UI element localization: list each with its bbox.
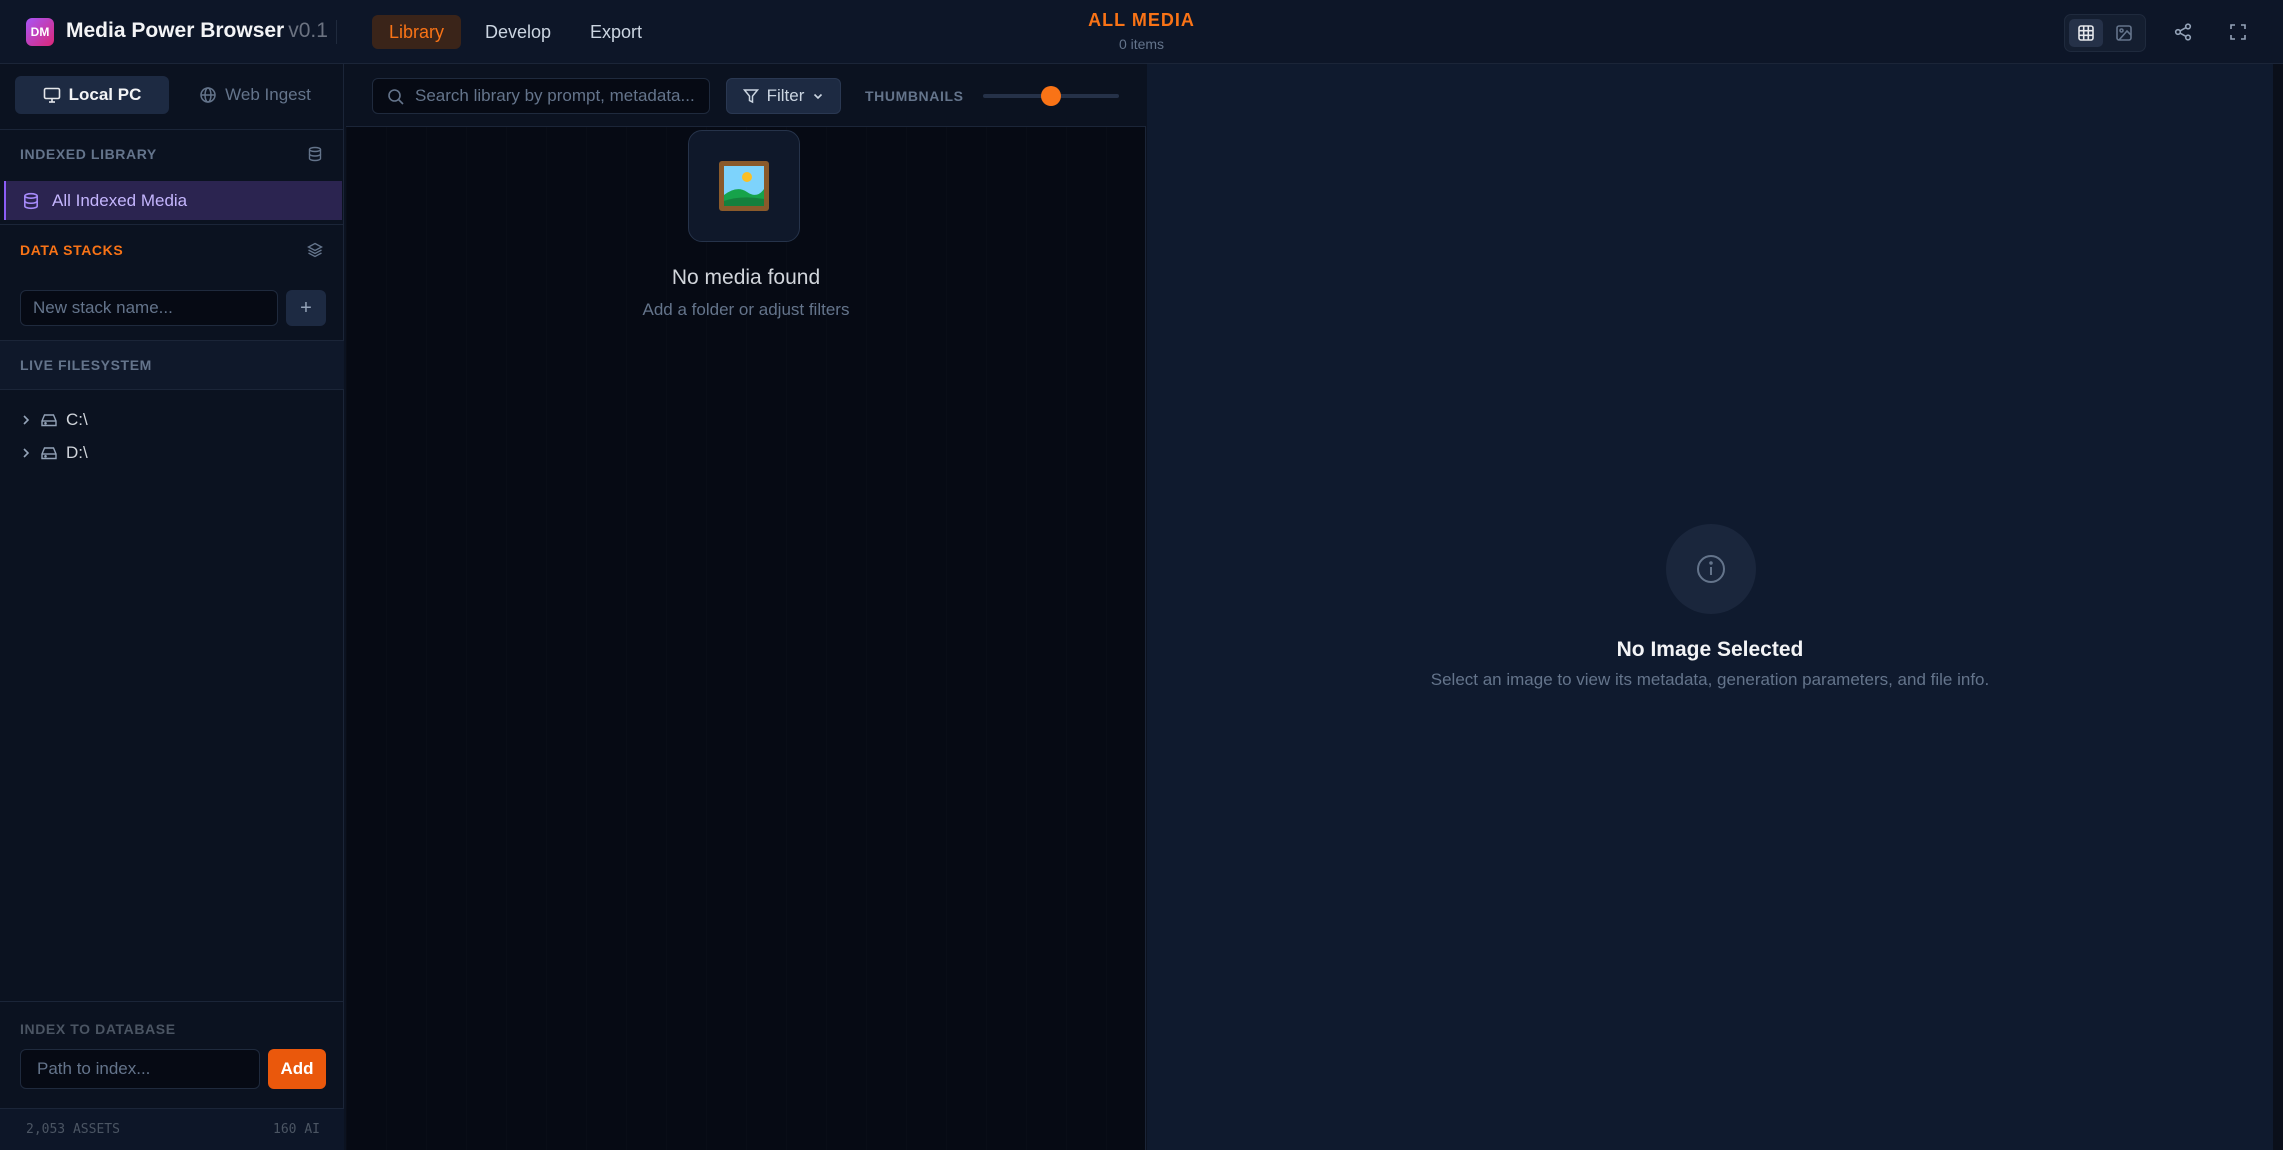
source-tabs: Local PC Web Ingest (0, 64, 344, 130)
grid-icon (2078, 25, 2094, 41)
view-header: ALL MEDIA 0 items (1000, 10, 1283, 52)
thumbnail-size-slider[interactable] (983, 86, 1119, 106)
fullscreen-icon (2230, 24, 2246, 40)
inspector-panel: No Image Selected Select an image to vie… (1147, 64, 2273, 1150)
filter-icon (742, 89, 759, 104)
app-title-text: Media Power Browser (66, 19, 285, 42)
index-to-database-heading: INDEX TO DATABASE (20, 1021, 176, 1037)
empty-state-subtitle: Add a folder or adjust filters (642, 300, 850, 319)
grid-view-button[interactable] (2069, 19, 2103, 47)
inspector-subtitle: Select an image to view its metadata, ge… (1430, 670, 1990, 689)
empty-state-title: No media found (671, 266, 821, 289)
sidebar-footer: 2,053 ASSETS 160 AI (0, 1108, 344, 1150)
sidebar-item-all-indexed-media[interactable]: All Indexed Media (4, 181, 342, 220)
filter-label: Filter (766, 86, 805, 105)
app-version: v0.1 (288, 19, 328, 42)
layers-icon (306, 241, 324, 259)
thumbnails-label: THUMBNAILS (865, 88, 964, 104)
filter-button[interactable]: Filter (726, 78, 841, 114)
indexed-library-header: INDEXED LIBRARY (0, 130, 344, 178)
thumbnail-size-handle[interactable] (1041, 86, 1061, 106)
ai-count: 160 AI (273, 1122, 320, 1137)
drive-icon (41, 414, 57, 427)
data-stacks-header: DATA STACKS (0, 226, 344, 274)
item-count: 0 items (1118, 36, 1165, 52)
info-icon-circle (1666, 524, 1756, 614)
media-grid-panel: Filter THUMBNAILS No media found Add a f… (346, 64, 1146, 1150)
sidebar-item-label: All Indexed Media (52, 190, 188, 210)
inspector-title: No Image Selected (1616, 638, 1804, 661)
info-icon (1697, 555, 1725, 583)
top-bar: DM Media Power Browser v0.1 Library Devel… (0, 0, 2283, 64)
tab-local-pc-label: Local PC (68, 85, 142, 104)
tab-export[interactable]: Export (573, 15, 659, 49)
indexed-library-heading: INDEXED LIBRARY (20, 146, 157, 162)
view-mode-toggle (2064, 14, 2146, 52)
live-filesystem-header: LIVE FILESYSTEM (0, 341, 344, 389)
framed-picture-icon (719, 161, 769, 211)
globe-icon (200, 87, 216, 103)
live-filesystem-heading: LIVE FILESYSTEM (20, 357, 152, 373)
new-stack-name-input[interactable] (20, 290, 278, 326)
chevron-right-icon[interactable] (20, 414, 32, 426)
search-box (372, 78, 710, 114)
share-button[interactable] (2168, 17, 2198, 47)
section-divider (0, 224, 344, 225)
tab-library[interactable]: Library (372, 15, 462, 49)
tab-local-pc[interactable]: Local PC (15, 76, 169, 114)
index-path-input[interactable] (20, 1049, 260, 1089)
drive-label: D:\ (66, 443, 88, 462)
tab-web-ingest-label: Web Ingest (225, 85, 311, 104)
chevron-down-icon (814, 93, 823, 100)
drive-icon (41, 447, 57, 460)
add-stack-button[interactable]: + (286, 290, 326, 326)
drive-d[interactable]: D:\ (20, 440, 88, 466)
app-title: Media Power Browser v0.1 (66, 19, 328, 43)
data-stacks-heading: DATA STACKS (20, 242, 124, 258)
drive-c[interactable]: C:\ (20, 407, 88, 433)
asset-count: 2,053 ASSETS (26, 1122, 120, 1137)
section-divider (0, 389, 344, 390)
title-divider (336, 20, 337, 44)
image-icon (2116, 25, 2132, 41)
view-title: ALL MEDIA (1088, 10, 1195, 30)
add-index-path-button[interactable]: Add (268, 1049, 326, 1089)
tab-web-ingest[interactable]: Web Ingest (178, 76, 332, 114)
live-filesystem-heading-row: LIVE FILESYSTEM (0, 341, 344, 389)
drive-label: C:\ (66, 410, 88, 429)
empty-state-icon-box (688, 130, 800, 242)
tab-develop[interactable]: Develop (468, 15, 568, 49)
monitor-icon (43, 87, 60, 103)
sidebar: Local PC Web Ingest INDEXED LIBRARY All … (0, 64, 344, 1150)
window-edge (2273, 64, 2283, 1150)
database-icon (306, 145, 324, 163)
chevron-right-icon[interactable] (20, 447, 32, 459)
database-icon (24, 192, 38, 209)
share-icon (2174, 23, 2192, 41)
app-logo: DM (26, 18, 54, 46)
search-input[interactable] (415, 79, 705, 113)
library-toolbar: Filter THUMBNAILS (346, 64, 1146, 127)
section-divider (0, 1001, 344, 1002)
search-icon (388, 89, 404, 105)
fullscreen-button[interactable] (2223, 17, 2253, 47)
single-view-button[interactable] (2107, 19, 2141, 47)
